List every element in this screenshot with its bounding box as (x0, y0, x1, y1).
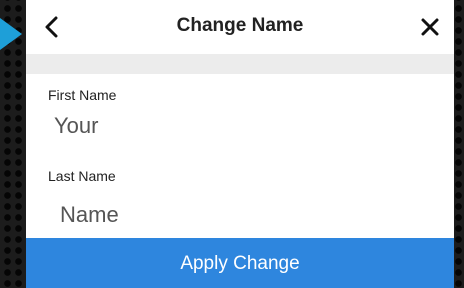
dialog-header: Change Name (26, 0, 454, 54)
last-name-input[interactable] (60, 199, 420, 231)
section-divider (26, 54, 454, 74)
back-button[interactable] (36, 11, 68, 43)
first-name-input[interactable] (54, 110, 414, 142)
screen-background: Change Name First Name Last Name Apply C… (0, 0, 464, 288)
change-name-dialog: Change Name First Name Last Name Apply C… (26, 0, 454, 288)
first-name-label: First Name (48, 87, 117, 103)
apply-change-button[interactable]: Apply Change (26, 238, 454, 288)
chevron-left-icon (45, 16, 58, 38)
highlight-arrow-icon (0, 18, 22, 50)
close-icon (421, 18, 439, 36)
last-name-label: Last Name (48, 168, 116, 184)
page-title: Change Name (176, 15, 304, 36)
close-button[interactable] (414, 11, 446, 43)
